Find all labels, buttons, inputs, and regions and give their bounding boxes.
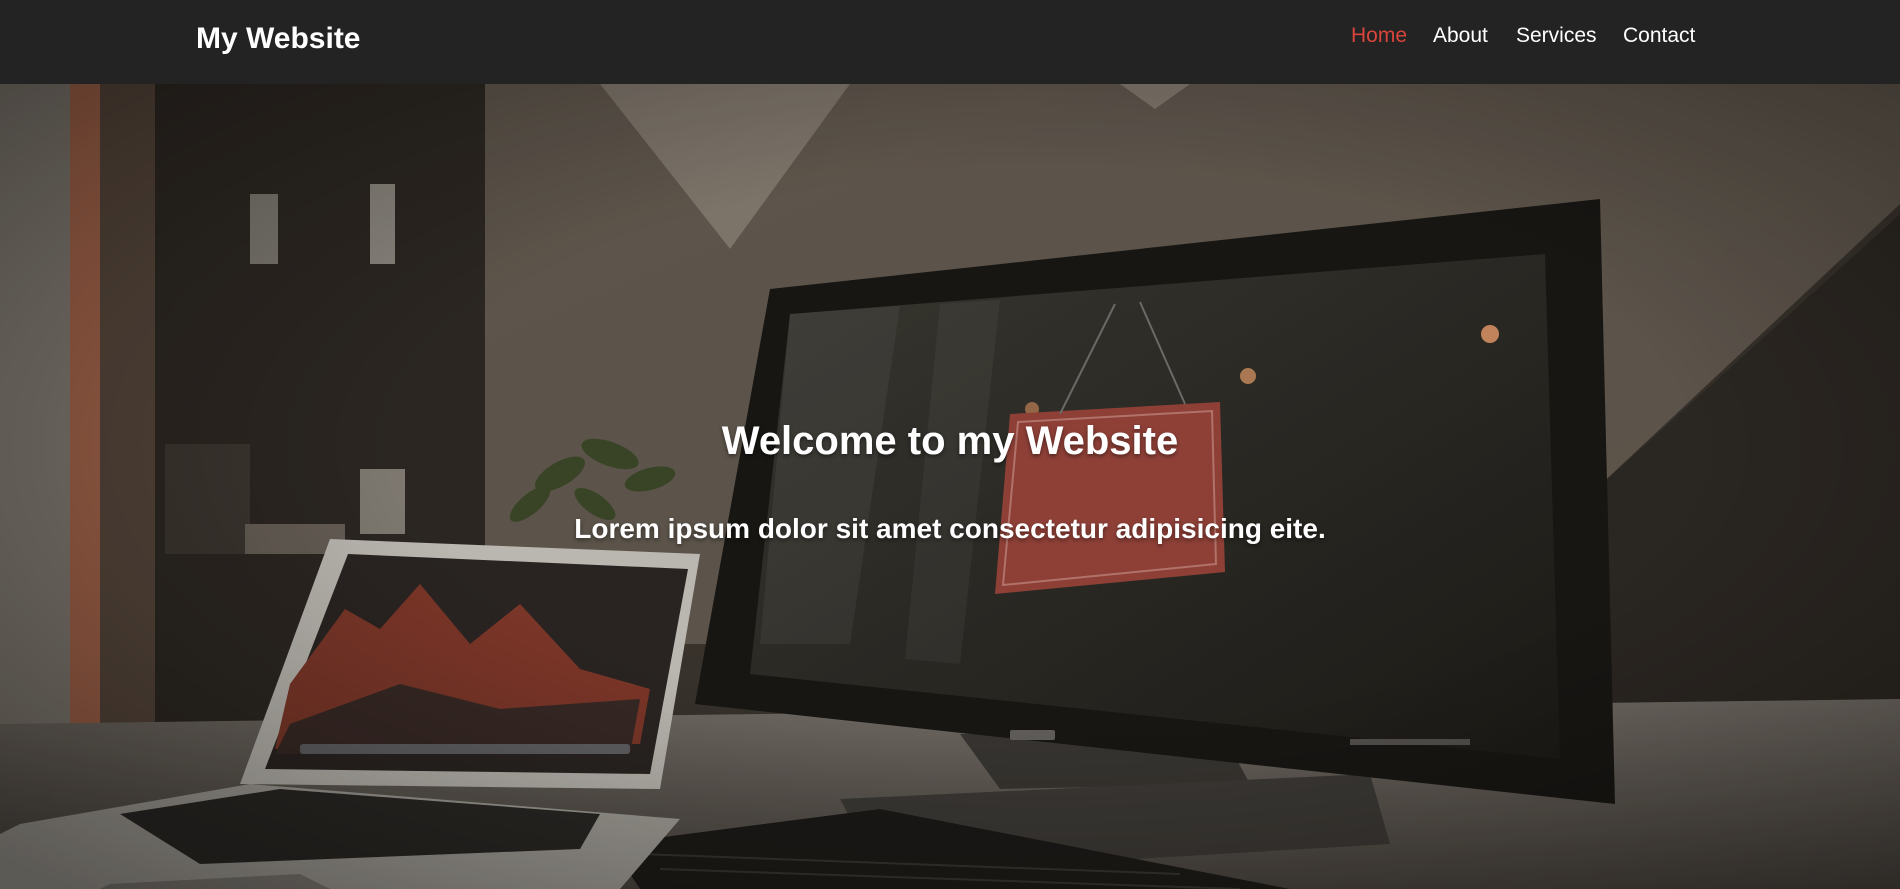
nav-item-home[interactable]: Home	[1351, 24, 1407, 48]
hero-background-photo	[0, 84, 1900, 889]
nav-item-about[interactable]: About	[1433, 24, 1488, 48]
hero-section: Welcome to my Website Lorem ipsum dolor …	[0, 84, 1900, 889]
nav-item-contact[interactable]: Contact	[1623, 24, 1695, 48]
navbar: My Website Home About Services Contact	[0, 0, 1900, 84]
hero-subtitle: Lorem ipsum dolor sit amet consectetur a…	[574, 513, 1326, 544]
hero-title: Welcome to my Website	[721, 419, 1179, 463]
page: My Website Home About Services Contact W…	[0, 0, 1900, 889]
nav-item-services[interactable]: Services	[1516, 24, 1597, 48]
site-logo[interactable]: My Website	[196, 22, 361, 56]
